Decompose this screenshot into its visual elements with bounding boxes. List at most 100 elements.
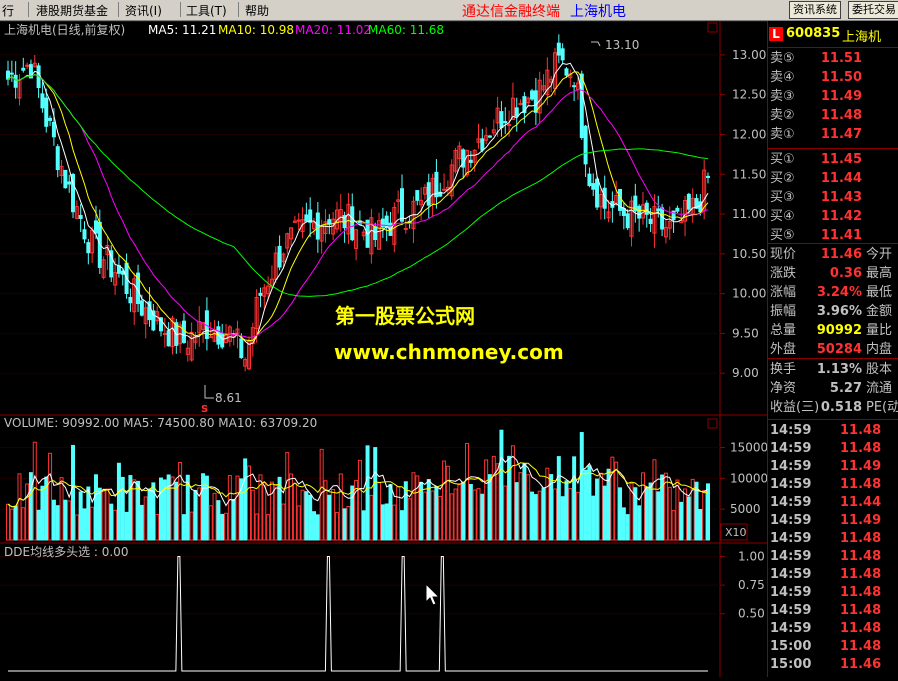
stat-row-label: 外盘 xyxy=(770,342,797,357)
stat-row[interactable]: 换手 1.13% 股本 xyxy=(768,360,898,379)
candle-body xyxy=(660,207,665,230)
bid-row[interactable]: 买⑤ 11.41 xyxy=(768,226,898,245)
menu-item-tools[interactable]: 工具(T) xyxy=(186,2,227,19)
candle-body xyxy=(48,117,53,121)
candle-body xyxy=(277,245,282,268)
volume-bar xyxy=(338,473,343,541)
bid-row-label: 买③ xyxy=(770,190,795,205)
volume-bar xyxy=(74,514,79,541)
stat-row[interactable]: 现价 11.46 今开 xyxy=(768,245,898,264)
stat-row[interactable]: 涨幅 3.24% 最低 xyxy=(768,283,898,302)
volume-bar xyxy=(572,456,577,541)
volume-bar xyxy=(552,488,557,541)
candle-body xyxy=(426,182,431,206)
stat-row-value: 3.96% xyxy=(816,304,862,319)
tick-row: 14:59 11.48 xyxy=(768,440,898,458)
volume-bar xyxy=(269,481,274,541)
volume-bar xyxy=(17,473,22,541)
ask-row[interactable]: 卖④ 11.50 xyxy=(768,68,898,87)
menu-item-help[interactable]: 帮助 xyxy=(245,2,269,19)
volume-bar xyxy=(430,490,435,541)
volume-bar xyxy=(216,500,221,541)
info-system-button[interactable]: 资讯系统 xyxy=(789,1,841,19)
bid-row[interactable]: 买④ 11.42 xyxy=(768,207,898,226)
ask-row[interactable]: 卖③ 11.49 xyxy=(768,87,898,106)
bid-row[interactable]: 买③ 11.43 xyxy=(768,188,898,207)
maximize-box-icon[interactable] xyxy=(707,22,718,33)
volume-bar xyxy=(9,508,14,541)
tick-price: 11.46 xyxy=(840,657,882,672)
dde-title: DDE均线多头选 : 0.00 xyxy=(4,545,128,559)
volume-bar xyxy=(487,474,492,541)
volume-bar xyxy=(292,482,297,541)
tick-price: 11.48 xyxy=(840,531,882,546)
stock-code[interactable]: 600835 xyxy=(786,26,840,41)
chart-area[interactable]: 13.00 12.50 12.00 11.50 11.00 10.50 10.00 9.50 9… xyxy=(0,20,768,677)
volume-bar xyxy=(28,472,33,541)
stat-row[interactable]: 振幅 3.96% 金额 xyxy=(768,302,898,321)
volume-bar xyxy=(472,489,477,541)
tick-time: 14:59 xyxy=(770,549,812,564)
stat-row[interactable]: 总量 90992 量比 xyxy=(768,321,898,340)
volume-bar xyxy=(178,462,183,541)
volume-bar xyxy=(93,474,98,541)
tick-time: 14:59 xyxy=(770,513,812,528)
volume-bar xyxy=(25,483,30,541)
stat-row-label: 净资 xyxy=(770,381,797,396)
maximize-box-icon[interactable] xyxy=(707,418,718,429)
menu-item-row[interactable]: 行 xyxy=(2,2,14,19)
promo-stock[interactable]: 上海机电 xyxy=(570,1,626,21)
ask-row-value: 11.47 xyxy=(820,127,862,142)
volume-bar xyxy=(587,465,592,541)
volume-bar xyxy=(491,455,496,541)
tick-time: 14:59 xyxy=(770,441,812,456)
tick-price: 11.44 xyxy=(840,495,882,510)
volume-bar xyxy=(568,488,573,541)
price-axis: 13.00 12.50 12.00 11.50 11.00 10.50 10.00 9.50 9… xyxy=(720,48,766,380)
divider xyxy=(768,419,898,420)
bid-row-label: 买① xyxy=(770,152,795,167)
stat-row[interactable]: 涨跌 0.36 最高 xyxy=(768,264,898,283)
ask-row[interactable]: 卖② 11.48 xyxy=(768,106,898,125)
volume-bar xyxy=(396,486,401,541)
bid-row[interactable]: 买① 11.45 xyxy=(768,150,898,169)
candle-body xyxy=(648,218,653,224)
volume-bar xyxy=(346,505,351,541)
volume-bar xyxy=(495,463,500,541)
watermark-url: www.chnmoney.com xyxy=(334,340,564,364)
stat-row-extra: 量比 xyxy=(866,323,893,338)
stat-row[interactable]: 净资 5.27 流通 xyxy=(768,379,898,398)
volume-bar xyxy=(560,496,565,541)
ask-row-label: 卖① xyxy=(770,127,795,142)
stat-row-value: 0.36 xyxy=(829,266,862,281)
tick-time: 14:59 xyxy=(770,585,812,600)
bid-row[interactable]: 买② 11.44 xyxy=(768,169,898,188)
stat-row-label: 涨幅 xyxy=(770,285,797,300)
menu-item-hk-futures[interactable]: 港股期货基金 xyxy=(36,2,108,19)
stock-name[interactable]: 上海机 xyxy=(842,26,881,45)
candle-body xyxy=(403,227,408,230)
trade-button[interactable]: 委托交易 xyxy=(848,1,898,19)
promo-terminal[interactable]: 通达信金融终端 xyxy=(462,1,560,21)
ask-row-label: 卖② xyxy=(770,108,795,123)
price-tick-label: 9.50 xyxy=(732,326,759,340)
candle-body xyxy=(503,121,508,124)
tick-price: 11.49 xyxy=(840,459,882,474)
ask-row[interactable]: 卖① 11.47 xyxy=(768,125,898,144)
volume-bar xyxy=(602,485,607,541)
menu-item-info[interactable]: 资讯(I) xyxy=(125,2,162,19)
volume-bar xyxy=(300,489,305,541)
volume-bar xyxy=(78,491,83,541)
tick-time: 15:00 xyxy=(770,639,812,654)
stat-row-extra: 最低 xyxy=(866,285,893,300)
dde-axis: 1.00 0.75 0.50 xyxy=(720,549,765,621)
candle-body xyxy=(591,183,596,190)
stat-row[interactable]: 外盘 50284 内盘 xyxy=(768,340,898,359)
volume-bar xyxy=(250,489,255,541)
menu-bar: 行 港股期货基金 资讯(I) 工具(T) 帮助 通达信金融终端 上海机电 资讯系… xyxy=(0,0,898,21)
stat-row[interactable]: 收益(三) 0.518 PE(动 xyxy=(768,398,898,417)
ask-row[interactable]: 卖⑤ 11.51 xyxy=(768,49,898,68)
tick-row: 14:59 11.48 xyxy=(768,530,898,548)
stat-row-value: 50284 xyxy=(816,342,862,357)
candle-body xyxy=(468,159,473,163)
